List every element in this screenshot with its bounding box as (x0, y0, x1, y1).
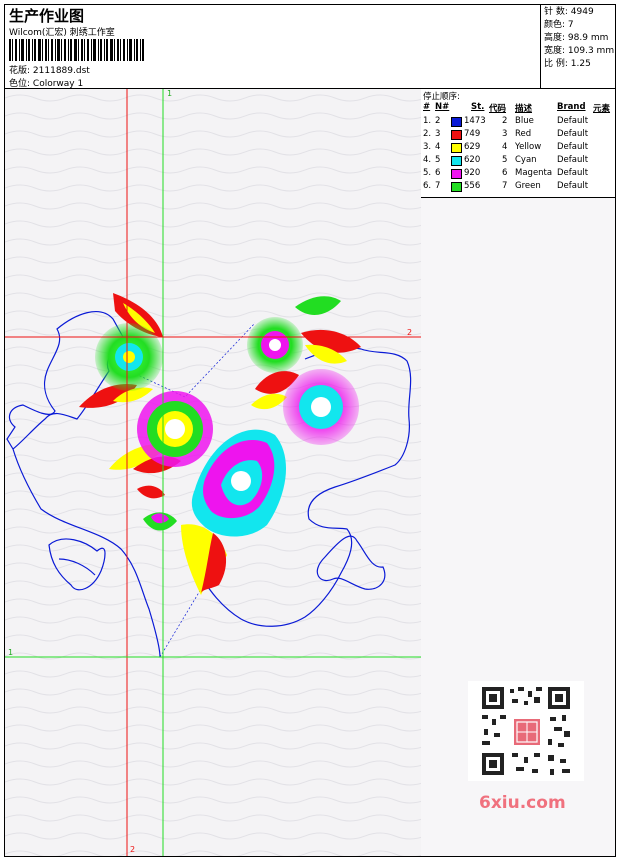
guide-label-green-v: 1 (167, 89, 173, 98)
cell-code: 2 (502, 116, 508, 126)
cell-n: 3 (435, 129, 441, 139)
cell-idx: 4. (423, 155, 432, 165)
cell-desc: Green (515, 181, 541, 191)
page-title: 生产作业图 (9, 7, 85, 25)
table-row: 2. 3 749 3 Red Default (421, 129, 615, 142)
stat-value: 109.3 mm (567, 46, 615, 56)
cell-code: 6 (502, 168, 508, 178)
cell-st: 629 (464, 142, 481, 152)
cell-n: 4 (435, 142, 441, 152)
stat-value: 1.25 (570, 59, 591, 69)
stat-width: 宽度: 109.3 mm (544, 45, 615, 58)
cell-st: 556 (464, 181, 481, 191)
stat-label: 颜色: (544, 20, 566, 30)
filename-label: 花版: (9, 66, 31, 76)
color-swatch (451, 117, 462, 127)
cell-idx: 2. (423, 129, 432, 139)
barcode-icon (9, 39, 144, 61)
colorway-line: 色位: Colorway 1 (9, 76, 83, 89)
cell-brand: Default (557, 116, 589, 126)
stat-label: 宽度: (544, 46, 566, 56)
col-header-st: St. (471, 102, 485, 112)
col-header-hash: # (423, 102, 431, 112)
col-header-code: 代码 (489, 104, 507, 114)
cell-idx: 1. (423, 116, 432, 126)
cell-brand: Default (557, 142, 589, 152)
stop-sequence-title: 停止顺序: (423, 92, 460, 102)
stat-ratio: 比 例: 1.25 (544, 58, 612, 71)
color-swatch (451, 143, 462, 153)
col-header-desc: 描述 (515, 104, 533, 114)
stat-height: 高度: 98.9 mm (544, 32, 612, 45)
cell-code: 7 (502, 181, 508, 191)
stat-colors: 颜色: 7 (544, 19, 612, 32)
stats-panel: 针 数: 4949 颜色: 7 高度: 98.9 mm 宽度: 109.3 mm… (541, 5, 615, 89)
table-row: 6. 7 556 7 Green Default (421, 181, 615, 194)
stat-value: 98.9 mm (567, 33, 609, 43)
qr-code-icon (468, 681, 584, 781)
table-row: 1. 2 1473 2 Blue Default (421, 116, 615, 129)
cell-brand: Default (557, 181, 589, 191)
cell-idx: 6. (423, 181, 432, 191)
cell-st: 749 (464, 129, 481, 139)
header-panel: 生产作业图 Wilcom(汇宏) 刺绣工作室 花版: 2111889.dst 色… (5, 5, 541, 89)
production-sheet: 生产作业图 Wilcom(汇宏) 刺绣工作室 花版: 2 111889.dst 色… (4, 4, 616, 857)
cell-desc: Cyan (515, 155, 537, 165)
col-header-brand: Brand (557, 102, 586, 112)
cell-st: 620 (464, 155, 481, 165)
watermark-logo: 6xiu.com (479, 793, 566, 813)
design-canvas (5, 89, 421, 856)
col-header-elem: 元素 (593, 104, 611, 114)
cell-desc: Blue (515, 116, 534, 126)
filename-value: 2111889.dst (32, 66, 90, 76)
stat-label: 比 例: (544, 59, 568, 69)
cell-st: 1473 (464, 116, 486, 126)
cell-brand: Default (557, 168, 589, 178)
colorway-value: Colorway 1 (32, 79, 84, 89)
cell-code: 4 (502, 142, 508, 152)
guide-label-red-v: 2 (130, 845, 136, 854)
col-header-n: N# (435, 102, 450, 112)
table-row: 5. 6 920 6 Magenta Default (421, 168, 615, 181)
cell-n: 5 (435, 155, 441, 165)
cell-code: 5 (502, 155, 508, 165)
stat-label: 高度: (544, 33, 566, 43)
table-row: 4. 5 620 5 Cyan Default (421, 155, 615, 168)
color-swatch (451, 130, 462, 140)
cell-st: 920 (464, 168, 481, 178)
stop-sequence-table: 停止顺序: # N# St. 代码 描述 Brand 元素 1. 2 1473 2 Bl… (421, 89, 615, 198)
cell-code: 3 (502, 129, 508, 139)
color-swatch (451, 156, 462, 166)
stat-stitches: 针 数: 4949 (544, 6, 612, 19)
cell-desc: Red (515, 129, 532, 139)
cell-n: 6 (435, 168, 441, 178)
filename-line: 花版: 2111889.dst (9, 63, 90, 76)
stat-label: 针 数: (544, 7, 568, 17)
cell-desc: Magenta (515, 168, 553, 178)
cell-brand: Default (557, 129, 589, 139)
table-row: 3. 4 629 4 Yellow Default (421, 142, 615, 155)
guide-label-green-h: 1 (8, 648, 14, 657)
stat-value: 4949 (570, 7, 594, 17)
cell-idx: 5. (423, 168, 432, 178)
guide-label-red-h: 2 (407, 328, 413, 337)
embroidery-design-area[interactable]: 1 2 1 2 (5, 89, 422, 856)
stat-value: 7 (567, 20, 574, 30)
cell-desc: Yellow (515, 142, 542, 152)
studio-subtitle: Wilcom(汇宏) 刺绣工作室 (9, 28, 115, 38)
cell-brand: Default (557, 155, 589, 165)
cell-n: 2 (435, 116, 441, 126)
color-swatch (451, 169, 462, 179)
cell-idx: 3. (423, 142, 432, 152)
colorway-label: 色位: (9, 79, 31, 89)
color-swatch (451, 182, 462, 192)
cell-n: 7 (435, 181, 441, 191)
